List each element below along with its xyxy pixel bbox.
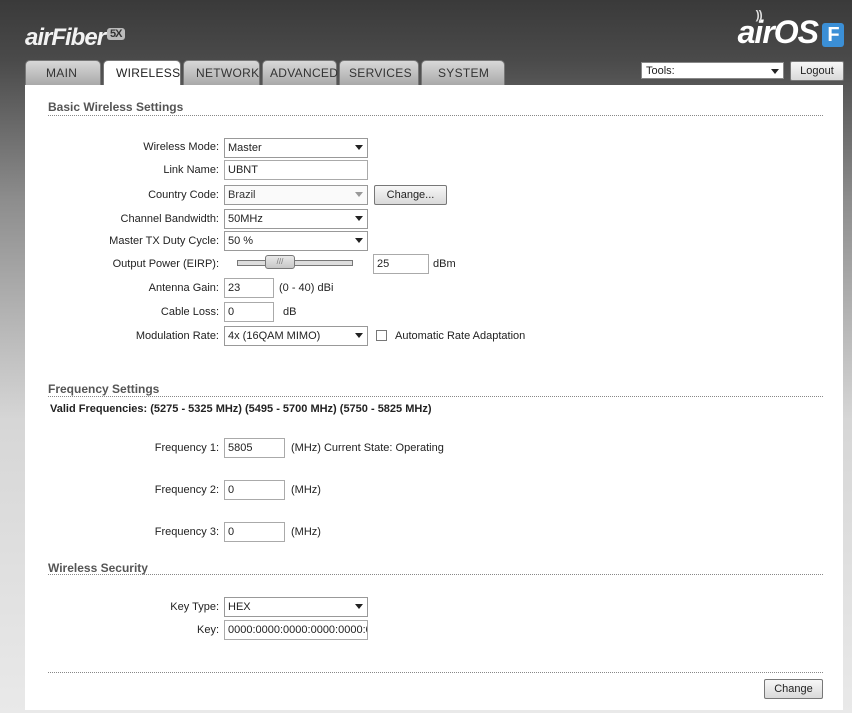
chevron-down-icon — [355, 216, 363, 221]
tab-advanced[interactable]: ADVANCED — [262, 60, 338, 85]
frequency-1-input[interactable]: 5805 — [224, 438, 285, 458]
airos-logo-text: airOS — [737, 14, 819, 50]
cable-loss-unit: dB — [283, 306, 297, 318]
tab-network[interactable]: NETWORK — [183, 60, 260, 85]
output-power-unit: dBm — [433, 258, 456, 270]
tab-wireless[interactable]: WIRELESS — [103, 60, 181, 86]
chevron-down-icon — [355, 604, 363, 609]
chevron-down-icon — [771, 69, 779, 74]
tools-select-value: Tools: — [646, 65, 675, 77]
chevron-down-icon — [355, 145, 363, 150]
frequency-2-label: Frequency 2: — [154, 484, 219, 496]
output-power-slider-handle[interactable]: /// — [265, 255, 295, 269]
frequency-3-unit: (MHz) — [291, 526, 321, 538]
output-power-input[interactable]: 25 — [373, 254, 429, 274]
channel-bandwidth-select[interactable]: 50MHz — [224, 209, 368, 229]
duty-cycle-value: 50 % — [228, 235, 254, 247]
airos-logo: )) airOS F — [737, 8, 844, 51]
wireless-mode-label: Wireless Mode: — [143, 141, 219, 153]
logout-button[interactable]: Logout — [790, 61, 844, 81]
country-code-value: Brazil — [228, 189, 256, 201]
country-code-select[interactable]: Brazil — [224, 185, 368, 205]
modulation-rate-value: 4x (16QAM MIMO) — [228, 330, 321, 342]
section-divider — [48, 115, 823, 116]
modulation-rate-label: Modulation Rate: — [135, 330, 219, 342]
frequency-2-input[interactable]: 0 — [224, 480, 285, 500]
basic-wireless-title: Basic Wireless Settings — [48, 100, 184, 114]
tab-system[interactable]: SYSTEM — [421, 60, 505, 85]
wifi-signal-icon: )) — [755, 8, 763, 22]
frequency-settings-title: Frequency Settings — [48, 382, 160, 396]
frequency-1-state: (MHz) Current State: Operating — [291, 442, 444, 454]
key-type-select[interactable]: HEX — [224, 597, 368, 617]
auto-rate-label: Automatic Rate Adaptation — [395, 330, 526, 342]
channel-bandwidth-value: 50MHz — [228, 213, 263, 225]
tools-select[interactable]: Tools: — [641, 62, 784, 79]
footer-divider — [48, 672, 823, 673]
duty-cycle-select[interactable]: 50 % — [224, 231, 368, 251]
change-button[interactable]: Change — [764, 679, 823, 699]
modulation-rate-select[interactable]: 4x (16QAM MIMO) — [224, 326, 368, 346]
key-type-label: Key Type: — [170, 601, 219, 613]
airos-f-badge: F — [822, 22, 844, 47]
frequency-3-label: Frequency 3: — [154, 526, 219, 538]
chevron-down-icon — [355, 192, 363, 197]
output-power-slider-track[interactable] — [237, 260, 353, 266]
frequency-3-input[interactable]: 0 — [224, 522, 285, 542]
frequency-2-unit: (MHz) — [291, 484, 321, 496]
frequency-1-label: Frequency 1: — [154, 442, 219, 454]
tab-services[interactable]: SERVICES — [339, 60, 419, 85]
chevron-down-icon — [355, 333, 363, 338]
wireless-mode-value: Master — [228, 142, 262, 154]
antenna-gain-input[interactable]: 23 — [224, 278, 274, 298]
key-label: Key: — [196, 624, 219, 636]
wireless-security-title: Wireless Security — [48, 561, 148, 575]
link-name-input[interactable]: UBNT — [224, 160, 368, 180]
link-name-label: Link Name: — [163, 164, 219, 176]
section-divider — [48, 574, 823, 575]
airfiber-logo: airFiber 5X — [25, 24, 125, 52]
airfiber-logo-text: airFiber — [25, 24, 106, 51]
wireless-settings-panel: Basic Wireless Settings Wireless Mode: M… — [25, 85, 843, 710]
main-tabs: MAIN WIRELESS NETWORK ADVANCED SERVICES … — [25, 60, 507, 86]
antenna-gain-label: Antenna Gain: — [148, 282, 219, 294]
section-divider — [48, 396, 823, 397]
cable-loss-input[interactable]: 0 — [224, 302, 274, 322]
valid-frequencies: Valid Frequencies: (5275 - 5325 MHz) (54… — [50, 403, 432, 415]
auto-rate-checkbox[interactable] — [376, 330, 387, 341]
duty-cycle-label: Master TX Duty Cycle: — [109, 235, 219, 247]
channel-bandwidth-label: Channel Bandwidth: — [120, 213, 219, 225]
output-power-label: Output Power (EIRP): — [112, 258, 219, 270]
country-change-button[interactable]: Change... — [374, 185, 447, 205]
tab-main[interactable]: MAIN — [25, 60, 101, 85]
chevron-down-icon — [355, 238, 363, 243]
key-input[interactable]: 0000:0000:0000:0000:0000:0 — [224, 620, 368, 640]
airfiber-5x-badge: 5X — [107, 28, 125, 40]
wireless-mode-select[interactable]: Master — [224, 138, 368, 158]
country-code-label: Country Code: — [148, 189, 219, 201]
cable-loss-label: Cable Loss: — [160, 306, 219, 318]
key-type-value: HEX — [228, 601, 251, 613]
antenna-gain-range: (0 - 40) dBi — [279, 282, 334, 294]
